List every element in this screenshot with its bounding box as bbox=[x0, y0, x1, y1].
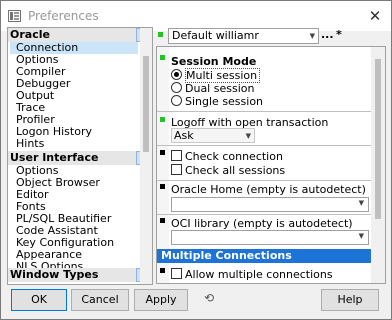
radio-icon bbox=[171, 82, 182, 93]
checkbox-icon bbox=[171, 164, 182, 175]
profile-value: Default williamr bbox=[172, 29, 259, 42]
modified-marker-icon bbox=[160, 117, 165, 122]
session-mode-title: Session Mode bbox=[171, 55, 257, 68]
radio-dual-session[interactable]: Dual session bbox=[171, 82, 254, 95]
more-button[interactable]: ... bbox=[321, 28, 334, 41]
logoff-select[interactable]: Ask ▼ bbox=[171, 128, 255, 143]
preferences-tree: Oracle ▼ Connection Options Compiler Deb… bbox=[7, 27, 153, 285]
category-window-types[interactable]: Window Types ▼ bbox=[8, 268, 150, 282]
chevron-down-icon: ▼ bbox=[358, 232, 364, 240]
chevron-down-icon: ▼ bbox=[309, 32, 315, 40]
modified-star: * bbox=[336, 28, 342, 41]
cancel-button[interactable]: Cancel bbox=[71, 289, 129, 311]
multiple-connections-header: Multiple Connections bbox=[157, 249, 375, 263]
unmodified-marker-icon bbox=[160, 218, 165, 223]
chevron-down-icon: ▼ bbox=[245, 132, 251, 140]
tree-scrollbar-thumb[interactable] bbox=[143, 56, 149, 152]
radio-multi-session[interactable]: Multi session bbox=[171, 68, 261, 83]
unmodified-marker-icon bbox=[160, 268, 165, 273]
unmodified-marker-icon bbox=[160, 184, 165, 189]
oci-library-dropdown[interactable]: ▼ bbox=[171, 230, 369, 245]
modified-marker-icon bbox=[160, 55, 165, 60]
radio-single-session[interactable]: Single session bbox=[171, 95, 263, 108]
preferences-window: Preferences ✕ Oracle ▼ Connection Option… bbox=[0, 0, 392, 320]
checkbox-icon bbox=[171, 150, 182, 161]
settings-scrollbar[interactable] bbox=[371, 47, 385, 283]
chevron-down-icon: ▼ bbox=[358, 199, 364, 207]
divider bbox=[157, 111, 371, 112]
divider bbox=[157, 180, 371, 181]
ok-button[interactable]: OK bbox=[11, 289, 67, 311]
category-user-interface[interactable]: User Interface ▼ bbox=[8, 151, 150, 165]
category-label: Oracle bbox=[10, 28, 50, 41]
modified-marker-icon bbox=[158, 32, 163, 37]
marker-gutter bbox=[157, 47, 169, 283]
apply-button[interactable]: Apply bbox=[134, 289, 188, 311]
radio-checked-icon bbox=[171, 69, 182, 80]
oracle-home-label: Oracle Home (empty is autodetect) bbox=[171, 183, 366, 196]
close-button[interactable]: ✕ bbox=[361, 4, 389, 28]
app-icon bbox=[8, 10, 21, 22]
divider bbox=[157, 145, 371, 146]
profile-dropdown[interactable]: Default williamr ▼ bbox=[168, 28, 319, 44]
unmodified-marker-icon bbox=[160, 150, 165, 155]
checkbox-check-all-sessions[interactable]: Check all sessions bbox=[171, 164, 285, 177]
tree-item-hints[interactable]: Hints bbox=[16, 138, 44, 150]
checkbox-check-connection[interactable]: Check connection bbox=[171, 150, 283, 163]
category-oracle[interactable]: Oracle ▼ bbox=[8, 28, 150, 42]
tree-scrollbar[interactable] bbox=[140, 28, 152, 284]
category-label: Window Types bbox=[10, 268, 99, 281]
checkbox-icon bbox=[171, 268, 182, 279]
radio-icon bbox=[171, 95, 182, 106]
checkbox-allow-multiple-connections[interactable]: Allow multiple connections bbox=[171, 268, 333, 281]
context-help-icon[interactable]: ⟲ bbox=[204, 291, 214, 305]
oracle-home-dropdown[interactable]: ▼ bbox=[171, 197, 369, 212]
oci-library-label: OCI library (empty is autodetect) bbox=[171, 217, 353, 230]
window-title: Preferences bbox=[28, 9, 99, 23]
settings-scrollbar-thumb[interactable] bbox=[375, 59, 381, 219]
divider bbox=[157, 214, 371, 215]
settings-panel: Session Mode Multi session Dual session … bbox=[156, 46, 386, 284]
category-label: User Interface bbox=[10, 151, 99, 164]
help-button[interactable]: Help bbox=[321, 289, 379, 311]
